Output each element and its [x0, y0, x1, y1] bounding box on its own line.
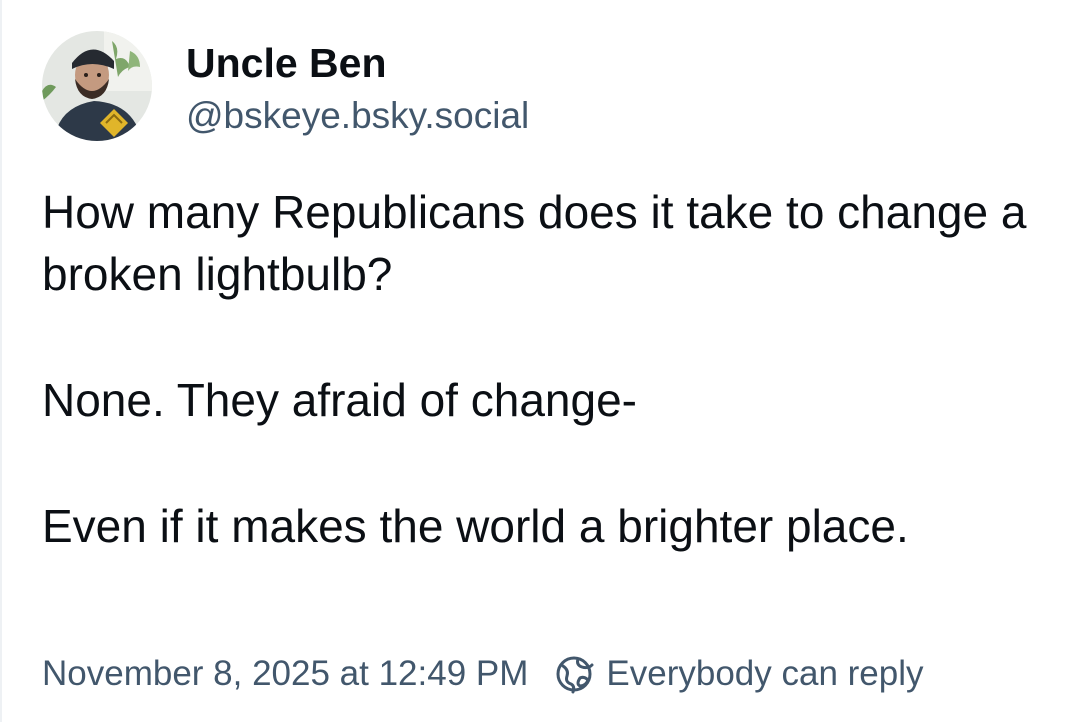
author-handle[interactable]: @bskeye.bsky.social: [186, 95, 529, 137]
post-paragraph-2: None. They afraid of change-: [42, 374, 637, 426]
author-display-name[interactable]: Uncle Ben: [186, 40, 529, 86]
author-info: Uncle Ben @bskeye.bsky.social: [186, 40, 529, 137]
globe-icon: [554, 654, 594, 694]
post-paragraph-1: How many Republicans does it take to cha…: [42, 186, 1027, 300]
left-divider: [0, 0, 2, 722]
post-body: How many Republicans does it take to cha…: [42, 181, 1032, 557]
avatar-image: [42, 31, 152, 141]
reply-setting-button[interactable]: Everybody can reply: [554, 654, 924, 694]
post-container: Uncle Ben @bskeye.bsky.social How many R…: [0, 0, 1080, 722]
reply-setting-label: Everybody can reply: [606, 654, 924, 693]
post-meta: November 8, 2025 at 12:49 PM Everybody c…: [42, 651, 924, 697]
author-avatar[interactable]: [42, 31, 152, 141]
post-timestamp[interactable]: November 8, 2025 at 12:49 PM: [42, 654, 528, 694]
post-paragraph-3: Even if it makes the world a brighter pl…: [42, 500, 909, 552]
